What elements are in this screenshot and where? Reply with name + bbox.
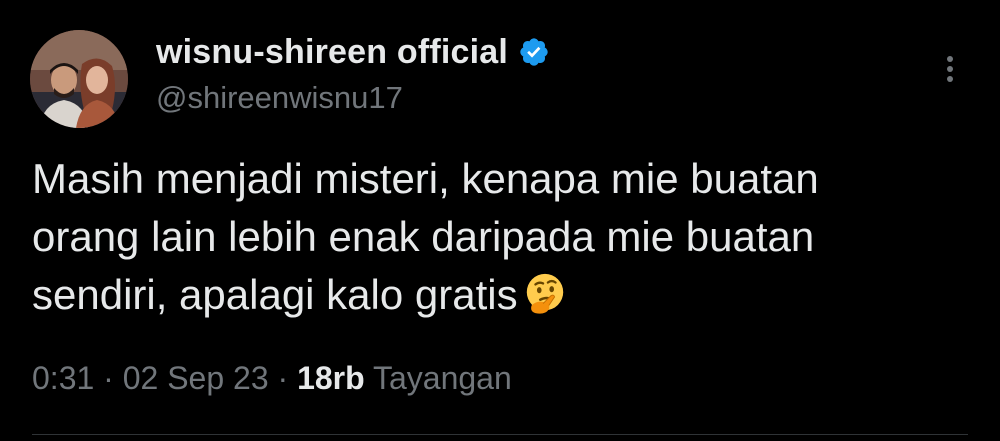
divider [32, 434, 968, 435]
tweet-body: Masih menjadi misteri, kenapa mie buatan… [32, 155, 819, 318]
more-options-button[interactable] [938, 54, 962, 84]
author-name-row: wisnu-shireen official [156, 30, 550, 74]
more-vertical-icon [947, 56, 953, 62]
tweet-time[interactable]: 0:31 [32, 360, 94, 396]
views-count[interactable]: 18rb [297, 360, 365, 396]
display-name[interactable]: wisnu-shireen official [156, 33, 508, 72]
user-handle[interactable]: @shireenwisnu17 [156, 80, 403, 116]
meta-separator: · [103, 360, 114, 396]
avatar[interactable] [30, 30, 128, 128]
tweet-date[interactable]: 02 Sep 23 [123, 360, 269, 396]
tweet-meta: 0:31 · 02 Sep 23 · 18rb Tayangan [32, 360, 512, 397]
verified-badge-icon [518, 36, 550, 68]
tweet-text: Masih menjadi misteri, kenapa mie buatan… [32, 150, 972, 324]
thinking-face-emoji-icon [526, 273, 563, 314]
views-label: Tayangan [372, 360, 512, 396]
tweet-card: wisnu-shireen official @shireenwisnu17 M… [0, 0, 1000, 441]
meta-separator-2: · [277, 360, 289, 396]
profile-photo-icon [30, 30, 128, 128]
